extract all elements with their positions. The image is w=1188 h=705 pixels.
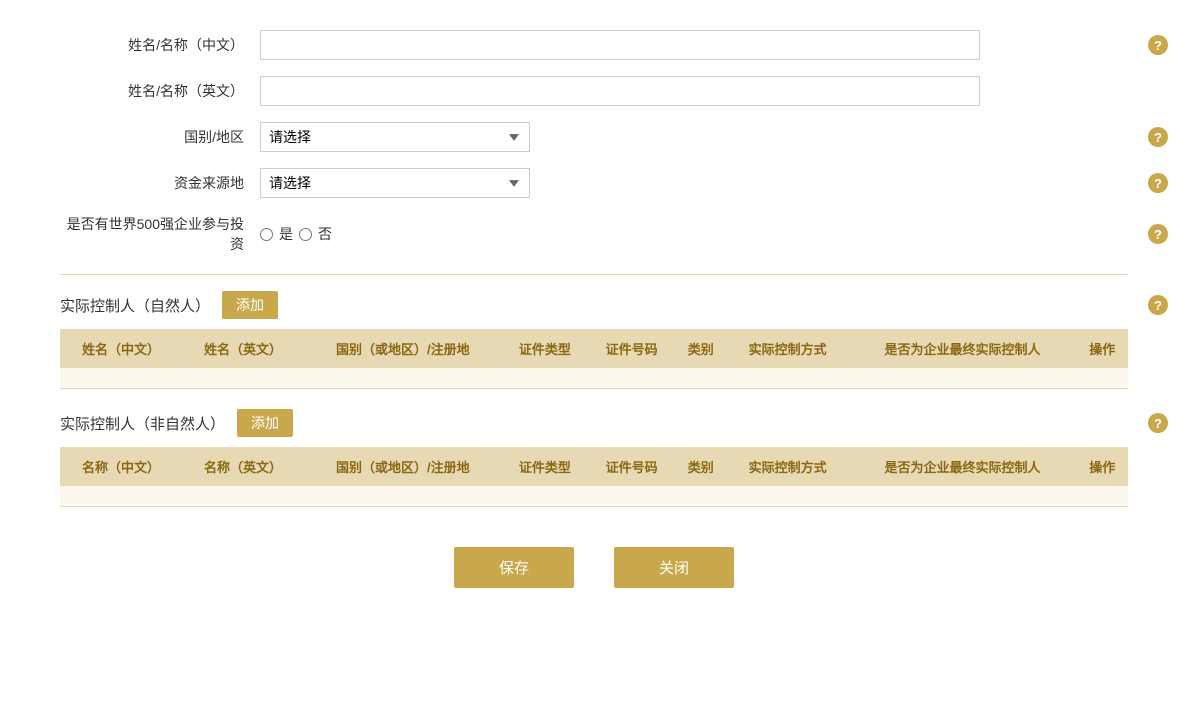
non-natural-section-title: 实际控制人（非自然人） — [60, 413, 225, 434]
non-natural-person-table: 名称（中文） 名称（英文） 国别（或地区）/注册地 证件类型 证件号码 类别 实… — [60, 447, 1128, 507]
non-natural-col-control-method: 实际控制方式 — [727, 447, 849, 486]
fortune500-help-icon[interactable]: ? — [1148, 224, 1168, 244]
name-cn-label: 姓名/名称（中文） — [60, 35, 260, 55]
natural-table-empty-row — [60, 368, 1128, 389]
fortune500-no-radio[interactable] — [299, 228, 312, 241]
natural-col-control-method: 实际控制方式 — [727, 329, 849, 368]
natural-col-name-cn: 姓名（中文） — [60, 329, 182, 368]
fortune500-yes-label: 是 — [279, 224, 293, 244]
save-button[interactable]: 保存 — [454, 547, 574, 588]
non-natural-add-button[interactable]: 添加 — [237, 409, 293, 437]
non-natural-table-empty-row — [60, 486, 1128, 507]
fund-source-select[interactable]: 请选择 — [260, 168, 530, 198]
name-cn-input[interactable] — [260, 30, 980, 60]
fortune500-radio-group: 是 否 — [260, 224, 332, 244]
natural-col-operation: 操作 — [1076, 329, 1128, 368]
non-natural-col-category: 类别 — [675, 447, 727, 486]
natural-add-button[interactable]: 添加 — [222, 291, 278, 319]
non-natural-section-header: 实际控制人（非自然人） 添加 ? — [60, 409, 1128, 437]
bottom-buttons: 保存 关闭 — [60, 547, 1128, 588]
natural-col-is-final-controller: 是否为企业最终实际控制人 — [849, 329, 1077, 368]
natural-section-title: 实际控制人（自然人） — [60, 295, 210, 316]
natural-person-section: 实际控制人（自然人） 添加 ? 姓名（中文） 姓名（英文） 国别（或地区）/注册… — [60, 291, 1128, 389]
country-label: 国别/地区 — [60, 127, 260, 147]
non-natural-col-operation: 操作 — [1076, 447, 1128, 486]
non-natural-person-section: 实际控制人（非自然人） 添加 ? 名称（中文） 名称（英文） 国别（或地区）/注… — [60, 409, 1128, 507]
non-natural-col-country: 国别（或地区）/注册地 — [304, 447, 501, 486]
name-cn-help-icon[interactable]: ? — [1148, 35, 1168, 55]
non-natural-table-header-row: 名称（中文） 名称（英文） 国别（或地区）/注册地 证件类型 证件号码 类别 实… — [60, 447, 1128, 486]
natural-section-header: 实际控制人（自然人） 添加 ? — [60, 291, 1128, 319]
natural-person-table: 姓名（中文） 姓名（英文） 国别（或地区）/注册地 证件类型 证件号码 类别 实… — [60, 329, 1128, 389]
country-help-icon[interactable]: ? — [1148, 127, 1168, 147]
divider-1 — [60, 274, 1128, 275]
country-select[interactable]: 请选择 — [260, 122, 530, 152]
fortune500-label: 是否有世界500强企业参与投资 — [60, 214, 260, 254]
natural-col-cert-no: 证件号码 — [588, 329, 675, 368]
fortune500-no-label: 否 — [318, 224, 332, 244]
non-natural-col-name-cn: 名称（中文） — [60, 447, 182, 486]
non-natural-col-cert-type: 证件类型 — [501, 447, 588, 486]
fund-source-label: 资金来源地 — [60, 173, 260, 193]
non-natural-col-name-en: 名称（英文） — [182, 447, 304, 486]
natural-col-name-en: 姓名（英文） — [182, 329, 304, 368]
natural-col-cert-type: 证件类型 — [501, 329, 588, 368]
non-natural-col-cert-no: 证件号码 — [588, 447, 675, 486]
natural-col-category: 类别 — [675, 329, 727, 368]
name-en-input[interactable] — [260, 76, 980, 106]
non-natural-section-help-icon[interactable]: ? — [1148, 413, 1168, 433]
fortune500-yes-radio[interactable] — [260, 228, 273, 241]
natural-table-header-row: 姓名（中文） 姓名（英文） 国别（或地区）/注册地 证件类型 证件号码 类别 实… — [60, 329, 1128, 368]
non-natural-col-is-final-controller: 是否为企业最终实际控制人 — [849, 447, 1077, 486]
close-button[interactable]: 关闭 — [614, 547, 734, 588]
natural-col-country: 国别（或地区）/注册地 — [304, 329, 501, 368]
name-en-label: 姓名/名称（英文） — [60, 81, 260, 101]
natural-section-help-icon[interactable]: ? — [1148, 295, 1168, 315]
fund-source-help-icon[interactable]: ? — [1148, 173, 1168, 193]
